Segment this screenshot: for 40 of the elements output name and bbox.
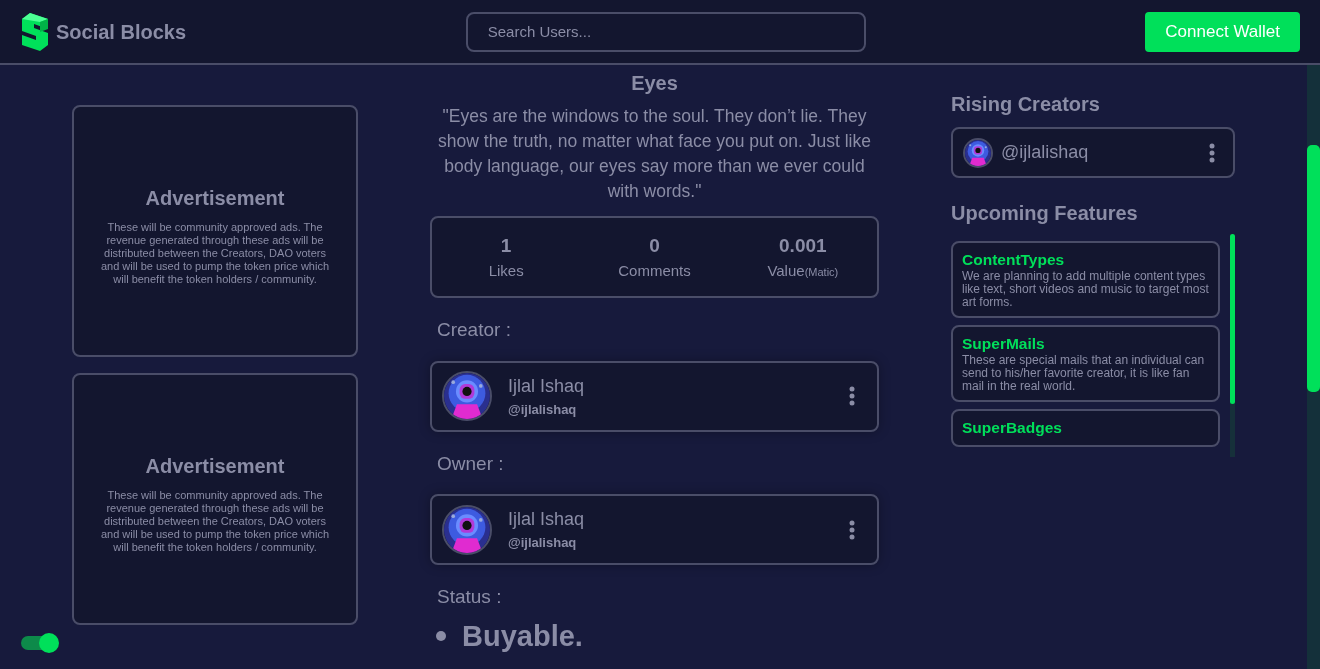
stat-value: 1 (499, 233, 513, 258)
toggle-switch[interactable] (21, 633, 59, 653)
user-handle: @ijlalishaq (508, 400, 578, 419)
post-quote: "Eyes are the windows to the soul. They don’t lie. They show the truth, no matter what face you put on. Just like body language, our eyes say more than we ever could with words." (437, 105, 872, 203)
stat-label: Comments (617, 261, 692, 281)
stat-label: Value (767, 262, 805, 279)
user-handle: @ijlalishaq (1001, 141, 1090, 164)
section-heading: Status : (437, 585, 503, 609)
feature-title: SuperBadges (962, 418, 1063, 438)
section-title: Rising Creators (951, 92, 1101, 117)
feature-text: These are special mails that an individual can send to his/her favorite creator, it is like fan mail in the real world. (962, 354, 1206, 393)
section-heading: Owner : (437, 451, 505, 476)
brand-name: Social Blocks (56, 19, 187, 45)
ad-title: Advertisement (145, 185, 285, 211)
section-heading: Creator : (437, 318, 512, 342)
more-icon[interactable] (849, 386, 855, 406)
ad-text: These will be community approved ads. The revenue generated through these ads will be distributed between the Creators, DAO voters and will be used to pump the token price which will benefit the token holders / community. (99, 220, 331, 286)
feature-title: SuperMails (962, 334, 1046, 354)
post-title: Eyes (630, 71, 679, 96)
user-handle: @ijlalishaq (508, 534, 578, 553)
more-icon[interactable] (1209, 142, 1215, 163)
status-value: Buyable. (462, 621, 583, 651)
user-name: Ijlal Ishaq (508, 508, 586, 532)
feature-title: ContentTypes (962, 250, 1066, 270)
user-name: Ijlal Ishaq (508, 374, 586, 398)
connect-wallet-button[interactable]: Connect Wallet (1145, 11, 1300, 52)
scrollbar-thumb[interactable] (1230, 234, 1235, 404)
section-title: Upcoming Features (951, 201, 1139, 226)
scrollbar-thumb[interactable] (1307, 145, 1320, 392)
more-icon[interactable] (849, 519, 855, 540)
stat-value: 0 (648, 233, 661, 258)
logo-icon (22, 12, 48, 51)
feature-text: We are planning to add multiple content types like text, short videos and music to target most art forms. (962, 270, 1209, 309)
stat-label: Likes (487, 261, 525, 281)
ad-title: Advertisement (145, 453, 285, 479)
search-field[interactable]: Search Users... (465, 11, 866, 52)
ad-text: These will be community approved ads. The revenue generated through these ads will be distributed between the Creators, DAO voters and will be used to pump the token price which will benefit the token holders / community. (99, 488, 331, 554)
stat-unit: (Matic) (804, 266, 839, 278)
stat-value: 0.001 (778, 233, 828, 258)
bullet-icon (436, 631, 446, 641)
